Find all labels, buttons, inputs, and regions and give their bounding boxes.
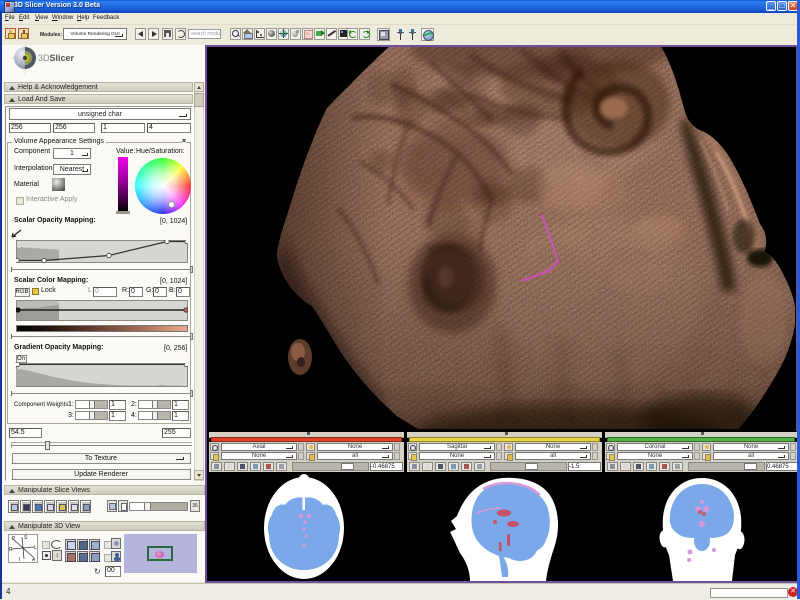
svg-text:R: R [9,547,13,553]
svg-text:I: I [19,557,20,563]
svg-text:L: L [34,545,37,551]
